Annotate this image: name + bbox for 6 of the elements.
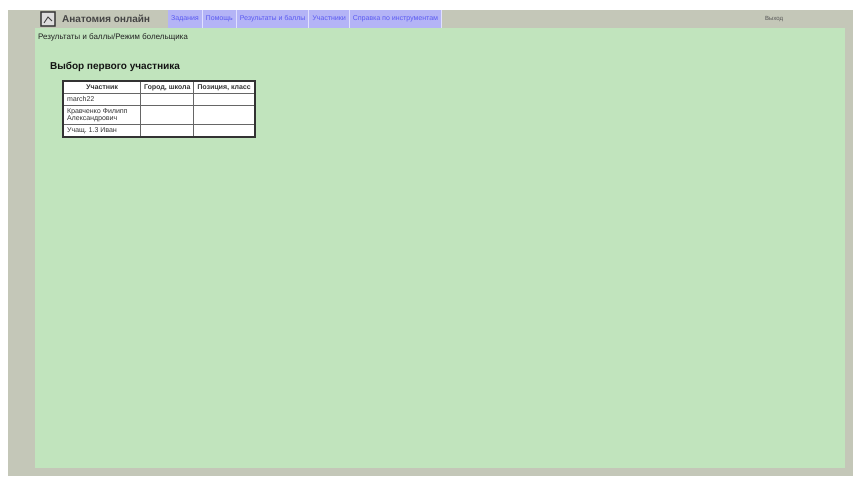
logo-icon bbox=[40, 11, 56, 27]
table-cell bbox=[140, 94, 194, 106]
section-heading: Выбор первого участника bbox=[50, 61, 181, 72]
app-title: Анатомия онлайн bbox=[62, 14, 151, 24]
table-cell bbox=[140, 106, 194, 124]
breadcrumb: Результаты и баллы/Режим болельщика bbox=[38, 32, 189, 41]
